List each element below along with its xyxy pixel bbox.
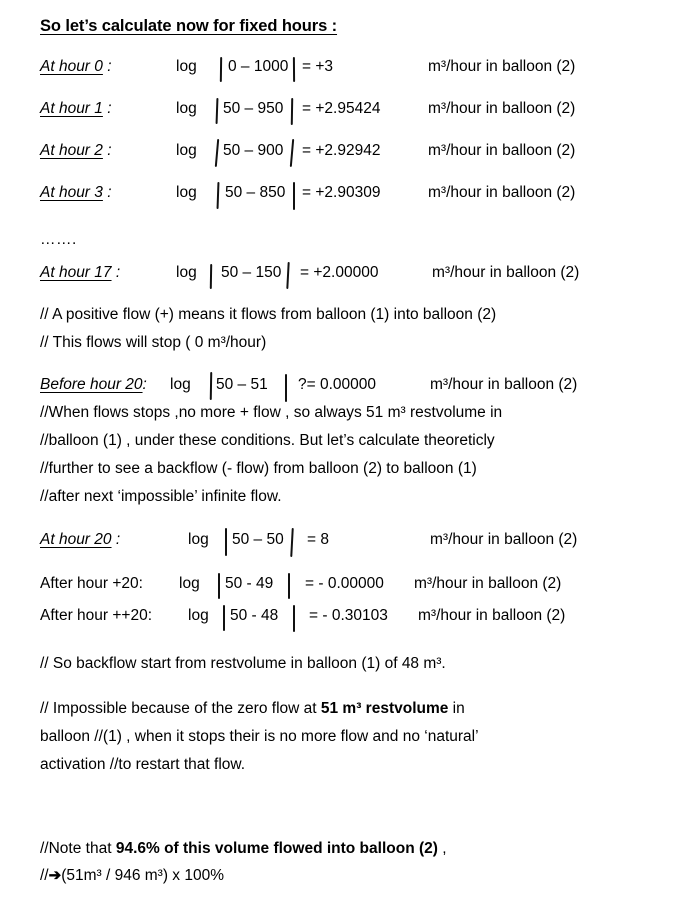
abs-bar-left xyxy=(209,371,213,401)
calc-row-after-hour-20: After hour +20: log 50 - 49 = - 0.00000 … xyxy=(40,573,674,601)
note-positive-flow: // A positive flow (+) means it flows fr… xyxy=(40,306,497,323)
calc-expression: 50 – 850 xyxy=(225,184,286,201)
calc-result: = +2.95424 xyxy=(302,100,381,117)
calc-row-hour-17: At hour 17 : log 50 – 150 = +2.00000 m³/… xyxy=(40,261,674,290)
calc-unit: m³/hour in balloon (2) xyxy=(430,376,578,393)
note-impossible-post: in xyxy=(448,700,465,717)
note-when-stops-3: //further to see a backflow (- flow) fro… xyxy=(40,460,477,477)
calc-result: = +3 xyxy=(302,58,334,75)
abs-bar-left xyxy=(219,56,223,83)
calc-expression: 50 – 150 xyxy=(221,264,282,281)
abs-bar-left xyxy=(218,573,221,599)
log-word: log xyxy=(176,100,197,117)
note-impossible-1: // Impossible because of the zero flow a… xyxy=(40,700,465,718)
calc-row-hour-2: At hour 2 : log 50 – 900 = +2.92942 m³/h… xyxy=(40,138,674,168)
calc-label: At hour 1 : xyxy=(40,100,112,117)
calc-expression: 50 - 48 xyxy=(230,607,279,624)
document-page: So let’s calculate now for fixed hours :… xyxy=(0,0,674,914)
abs-bar-right xyxy=(292,56,296,83)
calc-result: = 8 xyxy=(307,531,329,548)
note-final-formula: //➔(51m³ / 946 m³) x 100% xyxy=(40,866,224,885)
calc-expression: 50 – 50 xyxy=(232,531,284,548)
calc-result: = +2.90309 xyxy=(302,184,381,201)
calc-label: At hour 0 : xyxy=(40,58,112,75)
calc-label: At hour 20 : xyxy=(40,531,121,548)
note-when-stops-2: //balloon (1) , under these conditions. … xyxy=(40,432,495,449)
calc-unit: m³/hour in balloon (2) xyxy=(430,531,578,548)
log-word: log xyxy=(176,264,197,281)
right-arrow-icon: ➔ xyxy=(48,867,62,884)
calc-expression: 50 - 49 xyxy=(225,575,274,592)
calc-result: = +2.92942 xyxy=(302,142,381,159)
calc-row-hour-0: At hour 0 : log 0 – 1000 = +3 m³/hour in… xyxy=(40,56,674,84)
abs-bar-right xyxy=(286,261,291,290)
note-impossible-3: activation //to restart that flow. xyxy=(40,756,246,773)
abs-bar-left xyxy=(214,138,220,168)
abs-bar-right xyxy=(293,182,296,210)
note-final-bold: 94.6% of this volume flowed into balloon… xyxy=(115,840,438,857)
abs-bar-right xyxy=(293,605,296,632)
calc-label: At hour 17 : xyxy=(40,264,121,281)
note-flow-stops: // This flows will stop ( 0 m³/hour) xyxy=(40,334,267,351)
note-final-post: , xyxy=(437,840,447,857)
abs-bar-left xyxy=(215,97,219,125)
calc-row-hour-1: At hour 1 : log 50 – 950 = +2.95424 m³/h… xyxy=(40,97,674,126)
calc-unit: m³/hour in balloon (2) xyxy=(428,100,576,117)
log-word: log xyxy=(188,531,209,548)
calc-unit: m³/hour in balloon (2) xyxy=(428,142,576,159)
calc-result: = - 0.30103 xyxy=(309,607,388,624)
calc-label: At hour 3 : xyxy=(40,184,112,201)
page-title: So let’s calculate now for fixed hours : xyxy=(40,17,338,35)
calc-unit: m³/hour in balloon (2) xyxy=(428,184,576,201)
calc-row-before-hour-20: Before hour 20: log 50 – 51 ?= 0.00000 m… xyxy=(40,371,674,402)
note-impossible-pre: // Impossible because of the zero flow a… xyxy=(40,700,321,717)
note-backflow-start: // So backflow start from restvolume in … xyxy=(40,655,446,672)
calc-unit: m³/hour in balloon (2) xyxy=(418,607,566,624)
abs-bar-right xyxy=(285,374,288,402)
abs-bar-left xyxy=(216,181,220,210)
calc-label: At hour 2 : xyxy=(40,142,112,159)
note-formula-text: (51m³ / 946 m³) x 100% xyxy=(61,867,225,884)
abs-bar-left xyxy=(223,605,226,631)
note-impossible-2: balloon //(1) , when it stops their is n… xyxy=(40,728,479,745)
note-when-stops-4: //after next ‘impossible’ infinite flow. xyxy=(40,488,282,505)
log-word: log xyxy=(176,58,197,75)
calc-result: ?= 0.00000 xyxy=(298,376,377,393)
calc-row-after-hour-plus-20: After hour ++20: log 50 - 48 = - 0.30103… xyxy=(40,605,674,633)
calc-result: = - 0.00000 xyxy=(305,575,384,592)
note-formula-prefix: // xyxy=(40,867,49,884)
calc-expression: 0 – 1000 xyxy=(228,58,289,75)
calc-label: Before hour 20: xyxy=(40,376,147,393)
ellipsis-line: ……. xyxy=(40,231,77,248)
log-word: log xyxy=(170,376,191,393)
calc-row-hour-20: At hour 20 : log 50 – 50 = 8 m³/hour in … xyxy=(40,527,674,558)
calc-row-hour-3: At hour 3 : log 50 – 850 = +2.90309 m³/h… xyxy=(40,181,674,210)
abs-bar-right xyxy=(289,138,295,168)
calc-label: After hour ++20: xyxy=(40,607,153,624)
calc-unit: m³/hour in balloon (2) xyxy=(414,575,562,592)
note-when-stops-1: //When flows stops ,no more + flow , so … xyxy=(40,404,503,421)
log-word: log xyxy=(176,142,197,159)
calc-unit: m³/hour in balloon (2) xyxy=(428,58,576,75)
abs-bar-right xyxy=(290,97,294,126)
abs-bar-left xyxy=(225,528,228,556)
log-word: log xyxy=(179,575,200,592)
calc-label: After hour +20: xyxy=(40,575,143,592)
abs-bar-right xyxy=(288,573,291,599)
calc-unit: m³/hour in balloon (2) xyxy=(432,264,580,281)
note-impossible-bold: 51 m³ restvolume xyxy=(320,700,449,717)
note-final-pre: //Note that xyxy=(40,840,116,857)
calc-expression: 50 – 51 xyxy=(216,376,268,393)
calc-expression: 50 – 900 xyxy=(223,142,284,159)
note-final-percentage: //Note that 94.6% of this volume flowed … xyxy=(40,840,447,858)
abs-bar-left xyxy=(209,263,213,290)
log-word: log xyxy=(176,184,197,201)
calc-result: = +2.00000 xyxy=(300,264,379,281)
log-word: log xyxy=(188,607,209,624)
calc-expression: 50 – 950 xyxy=(223,100,284,117)
abs-bar-right xyxy=(290,527,295,558)
